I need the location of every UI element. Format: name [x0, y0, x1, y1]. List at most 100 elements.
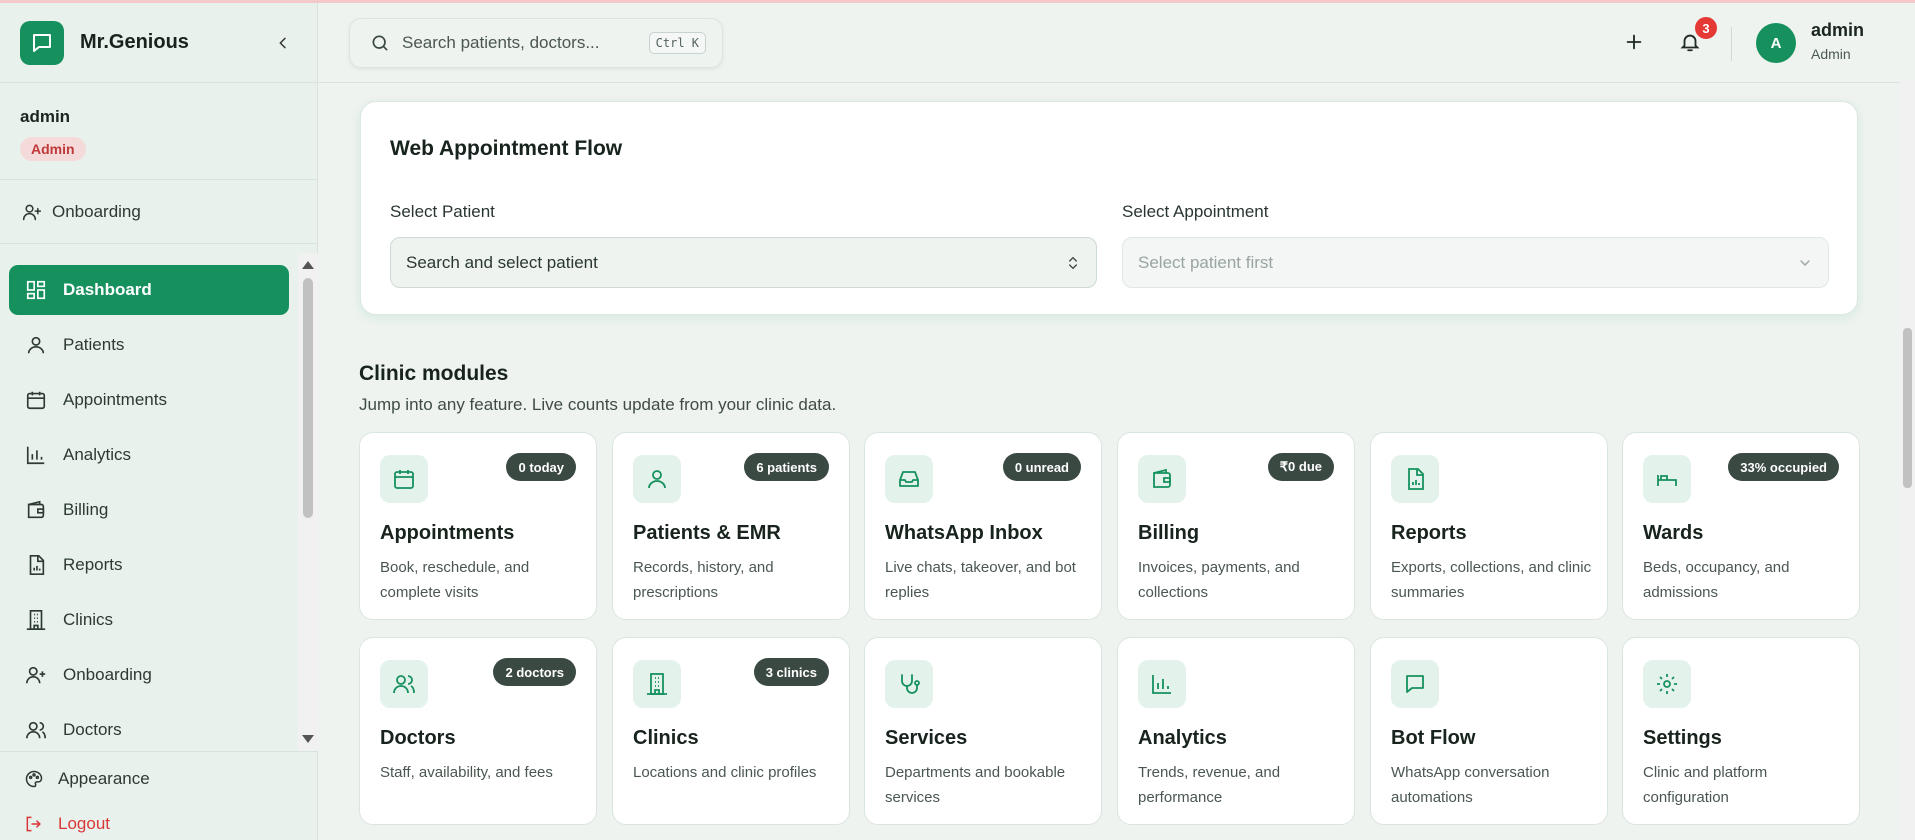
select-appointment-value: Select patient first	[1138, 252, 1274, 272]
appearance-button[interactable]: Appearance	[0, 752, 318, 806]
module-icon	[380, 455, 428, 503]
search-input[interactable]: Search patients, doctors...	[402, 33, 649, 53]
logout-button[interactable]: Logout	[0, 806, 318, 836]
top-header: Search patients, doctors... Ctrl K 3 A a…	[319, 3, 1915, 83]
module-description: Clinic and platform configuration	[1643, 764, 1768, 806]
sidebar-item-label: Doctors	[63, 720, 122, 739]
sidebar-item-reports[interactable]: Reports	[9, 540, 289, 590]
module-icon	[1643, 660, 1691, 708]
module-card-settings[interactable]: Settings Clinic and platform configurati…	[1622, 637, 1860, 825]
module-name: WhatsApp Inbox	[885, 522, 1043, 544]
sidebar-nav: Dashboard Patients Appointments Analytic…	[0, 253, 318, 751]
chevron-up-down-icon	[1069, 256, 1077, 269]
user-plus-icon	[22, 204, 42, 220]
notification-count-badge: 3	[1693, 15, 1719, 41]
search-icon	[372, 35, 388, 51]
module-card-doctors[interactable]: 2 doctors Doctors Staff, availability, a…	[359, 637, 597, 825]
avatar[interactable]: A	[1756, 23, 1796, 63]
brand-logo[interactable]	[20, 20, 64, 65]
module-card-bot-flow[interactable]: Bot Flow WhatsApp conversation automatio…	[1370, 637, 1608, 825]
sidebar-item-onboarding[interactable]: Onboarding	[9, 650, 289, 700]
module-description: Trends, revenue, and performance	[1138, 764, 1281, 806]
building-icon	[647, 673, 667, 695]
module-name: Clinics	[633, 727, 699, 749]
report-icon	[29, 555, 45, 575]
sidebar-item-appointments[interactable]: Appointments	[9, 375, 289, 425]
module-icon	[1138, 660, 1186, 708]
sidebar-bottom: Appearance Logout	[0, 751, 318, 836]
sidebar-item-analytics[interactable]: Analytics	[9, 430, 289, 480]
role-badge: Admin	[20, 137, 86, 161]
scroll-down-arrow[interactable]	[302, 735, 314, 743]
main-scrollbar[interactable]	[1900, 80, 1915, 840]
module-description: Book, reschedule, and complete visits	[380, 559, 530, 601]
collapse-sidebar-button[interactable]	[269, 29, 297, 57]
calendar-icon	[394, 470, 414, 489]
add-button[interactable]	[1623, 31, 1645, 58]
module-name: Doctors	[380, 727, 456, 749]
brand-name: Mr.Genious	[80, 31, 189, 53]
scroll-up-arrow[interactable]	[302, 261, 314, 269]
logout-label: Logout	[58, 814, 110, 833]
flow-title: Web Appointment Flow	[390, 137, 623, 160]
module-description: Locations and clinic profiles	[633, 764, 817, 781]
sidebar-scrollbar[interactable]	[298, 253, 318, 751]
module-icon	[1138, 455, 1186, 503]
report-icon	[1408, 468, 1424, 490]
module-card-reports[interactable]: Reports Exports, collections, and clinic…	[1370, 432, 1608, 620]
sidebar-item-clinics[interactable]: Clinics	[9, 595, 289, 645]
bed-icon	[1657, 475, 1677, 486]
module-card-wards[interactable]: 33% occupied Wards Beds, occupancy, and …	[1622, 432, 1860, 620]
module-card-services[interactable]: Services Departments and bookable servic…	[864, 637, 1102, 825]
modules-title: Clinic modules	[359, 362, 509, 385]
gear-icon	[1657, 674, 1677, 694]
appearance-label: Appearance	[58, 769, 150, 788]
inbox-icon	[899, 471, 919, 487]
module-card-appointments[interactable]: 0 today Appointments Book, reschedule, a…	[359, 432, 597, 620]
module-card-billing[interactable]: ₹0 due Billing Invoices, payments, and c…	[1117, 432, 1355, 620]
header-user[interactable]: admin Admin	[1811, 20, 1864, 62]
brand-header: Mr.Genious	[0, 3, 317, 83]
users-icon	[393, 675, 415, 694]
user-icon	[27, 336, 45, 354]
sidebar-item-doctors[interactable]: Doctors	[9, 705, 289, 751]
sidebar-item-billing[interactable]: Billing	[9, 485, 289, 535]
chevron-left-icon	[279, 37, 286, 48]
bar-chart-icon	[1152, 675, 1171, 694]
stethoscope-icon	[901, 674, 920, 694]
module-description: Staff, availability, and fees	[380, 764, 553, 781]
main-scroll-thumb[interactable]	[1903, 328, 1912, 488]
module-icon	[1391, 455, 1439, 503]
module-badge: 2 doctors	[493, 658, 576, 686]
module-card-whatsapp-inbox[interactable]: 0 unread WhatsApp Inbox Live chats, take…	[864, 432, 1102, 620]
header-user-role: Admin	[1811, 46, 1851, 62]
sidebar-item-patients[interactable]: Patients	[9, 320, 289, 370]
module-icon	[1643, 455, 1691, 503]
module-card-analytics[interactable]: Analytics Trends, revenue, and performan…	[1117, 637, 1355, 825]
module-description: Invoices, payments, and collections	[1138, 559, 1300, 601]
module-name: Settings	[1643, 727, 1722, 749]
dashboard-icon	[26, 280, 46, 300]
sidebar-item-dashboard[interactable]: Dashboard	[9, 265, 289, 315]
module-name: Appointments	[380, 522, 515, 544]
wallet-icon	[1153, 468, 1171, 488]
sidebar-scroll-thumb[interactable]	[303, 278, 313, 518]
header-divider	[1731, 27, 1732, 61]
onboarding-label: Onboarding	[52, 201, 141, 221]
module-description: Exports, collections, and clinic summari…	[1391, 559, 1592, 601]
message-icon	[33, 33, 51, 52]
module-icon	[633, 455, 681, 503]
select-appointment-dropdown[interactable]: Select patient first	[1122, 237, 1829, 288]
sidebar-item-label: Dashboard	[63, 280, 152, 299]
web-appointment-flow-card: Web Appointment Flow Select Patient Sele…	[360, 101, 1858, 315]
module-description: Departments and bookable services	[885, 764, 1066, 806]
module-card-clinics[interactable]: 3 clinics Clinics Locations and clinic p…	[612, 637, 850, 825]
global-search[interactable]: Search patients, doctors... Ctrl K	[349, 18, 723, 68]
sidebar-item-label: Reports	[63, 555, 123, 574]
sidebar-item-label: Patients	[63, 335, 125, 354]
module-card-patients-emr[interactable]: 6 patients Patients & EMR Records, histo…	[612, 432, 850, 620]
onboarding-link-top[interactable]: Onboarding	[0, 180, 317, 244]
sidebar-item-label: Appointments	[63, 390, 167, 409]
module-name: Patients & EMR	[633, 522, 781, 544]
select-patient-combobox[interactable]: Search and select patient	[390, 237, 1097, 288]
